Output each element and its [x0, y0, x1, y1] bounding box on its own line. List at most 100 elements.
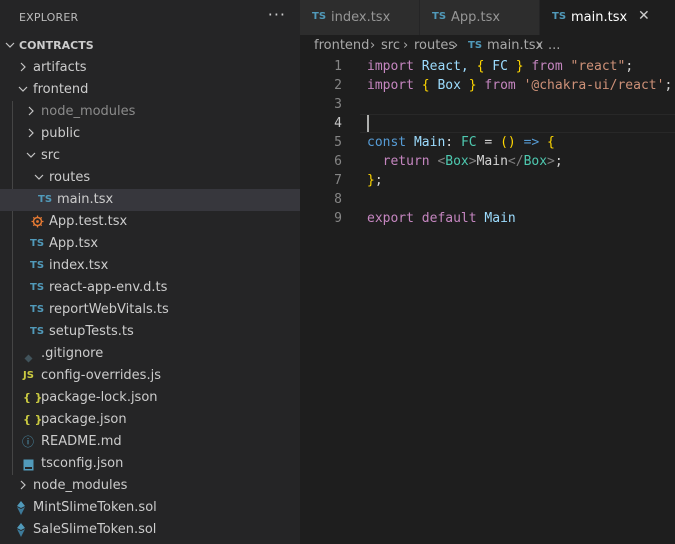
code-token: > [468, 154, 477, 169]
tab-label: index.tsx [331, 10, 391, 25]
code-line: }; [367, 171, 383, 190]
breadcrumb-symbols[interactable]: ... [548, 35, 560, 57]
file-tsconfig[interactable]: tsconfig.json [0, 453, 300, 475]
file-app-tsx[interactable]: TS App.tsx [0, 233, 300, 255]
code-token: Main [476, 154, 508, 169]
file-label: reportWebVitals.ts [49, 302, 169, 317]
line-number: 7 [334, 173, 342, 188]
typescript-icon: TS [30, 260, 45, 271]
typescript-icon: TS [30, 238, 45, 249]
json-icon: { } [23, 391, 43, 404]
code-token: () [500, 135, 516, 150]
breadcrumb-separator: › [403, 38, 409, 53]
folder-artifacts[interactable]: artifacts [0, 57, 300, 79]
folder-contracts[interactable]: CONTRACTS [0, 35, 300, 57]
tab-label: App.tsx [451, 10, 501, 25]
code-editor[interactable]: 1 2 3 4 5 6 7 8 9 import React, { FC } f… [300, 57, 675, 544]
code-line: import React, { FC } from "react"; [367, 57, 633, 76]
line-number: 2 [334, 78, 342, 93]
file-label: .gitignore [41, 346, 104, 361]
file-main-tsx[interactable]: TS main.tsx [0, 189, 300, 211]
folder-node-modules[interactable]: node_modules [0, 101, 300, 123]
folder-public[interactable]: public [0, 123, 300, 145]
typescript-icon: TS [38, 194, 53, 205]
breadcrumb-file[interactable]: main.tsx [487, 35, 543, 57]
code-token: const [367, 135, 407, 150]
file-label: config-overrides.js [41, 368, 161, 383]
code-token: React, [421, 59, 469, 74]
code-token: FC [460, 135, 477, 150]
file-label: setupTests.ts [49, 324, 134, 339]
file-label: App.tsx [49, 236, 99, 251]
code-token: ; [664, 78, 673, 93]
code-token: } [468, 78, 477, 93]
code-token: "react" [570, 59, 626, 74]
file-index-tsx[interactable]: TS index.tsx [0, 255, 300, 277]
folder-label: artifacts [33, 60, 87, 75]
typescript-icon: TS [432, 11, 447, 22]
code-token: '@chakra-ui/react' [523, 78, 665, 93]
file-report-web-vitals[interactable]: TS reportWebVitals.ts [0, 299, 300, 321]
code-token: ; [625, 59, 634, 74]
code-token: } [515, 59, 524, 74]
tab-bar: TS index.tsx TS App.tsx TS main.tsx ✕ [300, 0, 675, 35]
code-token: export [367, 211, 414, 226]
info-icon: ⓘ [22, 435, 35, 449]
breadcrumb-separator: › [370, 38, 376, 53]
breadcrumb-frontend[interactable]: frontend [314, 35, 369, 57]
close-icon[interactable]: ✕ [638, 8, 650, 24]
code-token: { [476, 59, 485, 74]
file-package-lock[interactable]: { } package-lock.json [0, 387, 300, 409]
more-actions-icon[interactable]: ··· [268, 5, 286, 24]
folder-routes[interactable]: routes [0, 167, 300, 189]
typescript-icon: TS [30, 282, 45, 293]
code-token: { [547, 135, 555, 150]
line-number: 8 [334, 192, 342, 207]
folder-node-modules-root[interactable]: node_modules [0, 475, 300, 497]
file-mint-slime-token[interactable]: MintSlimeToken.sol [0, 497, 300, 519]
code-token: : [445, 135, 454, 150]
code-token: default [421, 211, 477, 226]
tab-label: main.tsx [571, 10, 628, 25]
file-label: README.md [41, 434, 122, 449]
file-config-overrides[interactable]: JS config-overrides.js [0, 365, 300, 387]
chevron-down-icon [31, 167, 47, 189]
file-label: react-app-env.d.ts [49, 280, 168, 295]
file-package-json[interactable]: { } package.json [0, 409, 300, 431]
breadcrumb-routes[interactable]: routes [414, 35, 455, 57]
file-gitignore[interactable]: .gitignore [0, 343, 300, 365]
json-icon: { } [23, 413, 43, 426]
file-label: App.test.tsx [49, 214, 128, 229]
line-number: 1 [334, 59, 342, 74]
chevron-down-icon [15, 79, 31, 101]
tab-index-tsx[interactable]: TS index.tsx [300, 0, 419, 35]
text-cursor [367, 115, 369, 132]
file-label: SaleSlimeToken.sol [33, 522, 157, 537]
typescript-icon: TS [552, 11, 567, 22]
solidity-icon [16, 523, 26, 544]
file-react-app-env[interactable]: TS react-app-env.d.ts [0, 277, 300, 299]
file-sale-slime-token[interactable]: SaleSlimeToken.sol [0, 519, 300, 541]
code-token: Main [413, 135, 446, 150]
file-label: package.json [41, 412, 127, 427]
code-token: from [531, 59, 563, 74]
tab-app-tsx[interactable]: TS App.tsx [420, 0, 539, 35]
code-token: ; [554, 154, 563, 169]
tab-main-tsx[interactable]: TS main.tsx ✕ [540, 0, 675, 35]
breadcrumb-src[interactable]: src [381, 35, 400, 57]
folder-src[interactable]: src [0, 145, 300, 167]
file-readme[interactable]: ⓘ README.md [0, 431, 300, 453]
folder-label: CONTRACTS [19, 39, 94, 52]
typescript-icon: TS [30, 326, 45, 337]
code-token: } [367, 173, 375, 188]
folder-frontend[interactable]: frontend [0, 79, 300, 101]
line-number: 3 [334, 97, 342, 112]
file-app-test-tsx[interactable]: App.test.tsx [0, 211, 300, 233]
code-line: const Main: FC = () => { [367, 133, 555, 152]
typescript-icon: TS [30, 304, 45, 315]
code-line: return <Box>Main</Box>; [367, 152, 563, 171]
file-setup-tests[interactable]: TS setupTests.ts [0, 321, 300, 343]
code-line: export default Main [367, 209, 516, 228]
code-token: ; [374, 173, 383, 188]
file-label: tsconfig.json [41, 456, 124, 471]
